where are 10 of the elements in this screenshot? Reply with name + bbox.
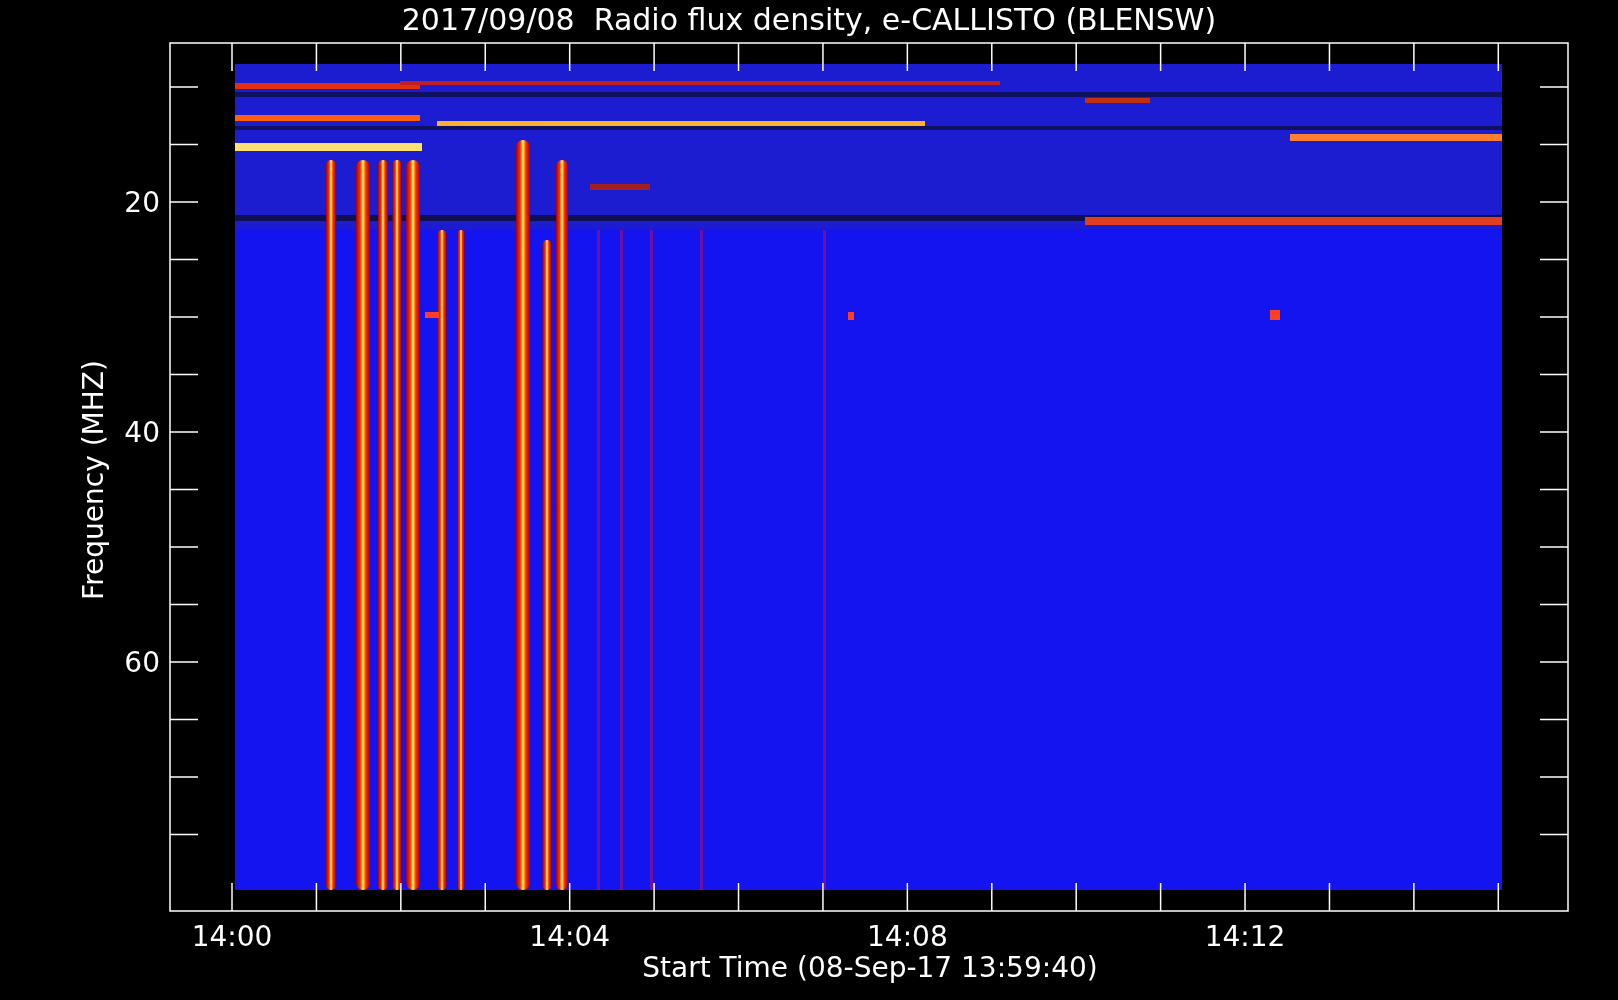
plot-title: 2017/09/08 Radio flux density, e-CALLISTO (BLENSW) — [401, 2, 1217, 37]
y-tick-label: 60 — [124, 646, 160, 679]
y-tick-label: 20 — [124, 186, 160, 219]
y-axis-title: Frequency (MHZ) — [77, 360, 110, 600]
x-tick-label: 14:00 — [191, 920, 273, 953]
x-axis-title: Start Time (08-Sep-17 13:59:40) — [642, 951, 1098, 984]
x-tick-label: 14:04 — [529, 920, 611, 953]
x-tick-label: 14:12 — [1204, 920, 1286, 953]
x-tick-label: 14:08 — [867, 920, 948, 953]
y-tick-label: 40 — [124, 416, 160, 449]
